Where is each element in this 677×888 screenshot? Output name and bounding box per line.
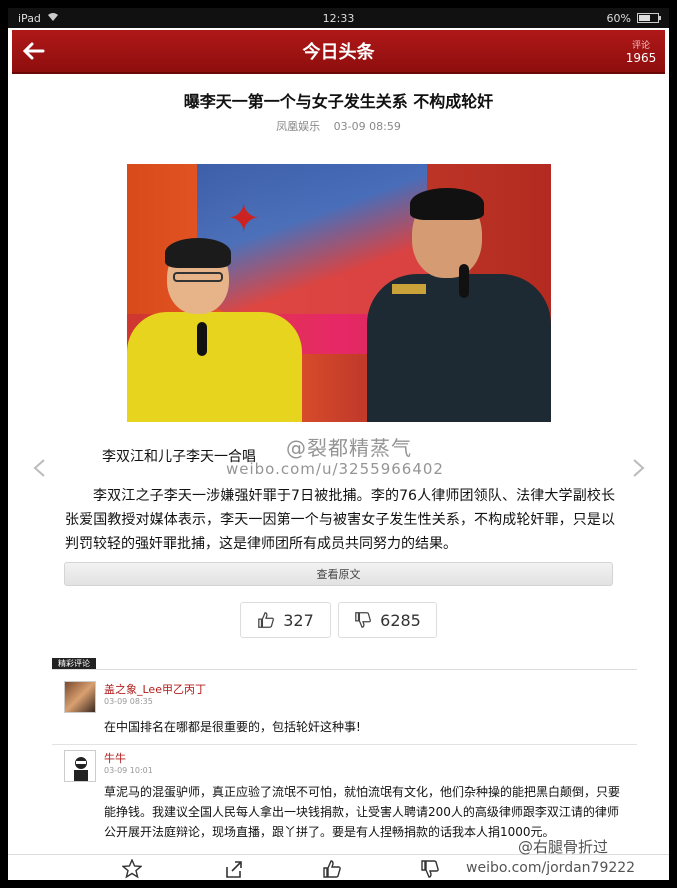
comments-label: 评论 — [631, 40, 650, 51]
like-button[interactable]: 327 — [240, 602, 331, 638]
article-photo[interactable]: ✦ — [127, 164, 551, 422]
photo-boy-figure — [127, 238, 317, 422]
thumbs-down-icon — [355, 612, 372, 628]
article-body: 李双江之子李天一涉嫌强奸罪于7日被批捕。李的76人律师团领队、法律大学副校长张爱… — [65, 488, 615, 552]
avatar[interactable] — [64, 681, 96, 713]
favorite-button[interactable] — [121, 858, 143, 879]
weibo-watermark-url-bottom: weibo.com/jordan79222 — [466, 860, 636, 876]
top-navigation-bar: 今日头条 评论 1965 — [12, 30, 665, 74]
article-time: 03-09 08:59 — [333, 120, 401, 133]
page-title: 今日头条 — [302, 42, 375, 63]
share-button[interactable] — [224, 859, 244, 879]
comment-time: 03-09 10:01 — [104, 766, 153, 775]
toolbar-dislike-button[interactable] — [420, 859, 440, 879]
status-bar: iPad 12:33 60% — [8, 8, 669, 28]
comment-text: 在中国排名在哪都是很重要的，包括轮奸这种事! — [104, 720, 361, 734]
section-divider — [52, 669, 637, 670]
article-source: 凤凰娱乐 — [276, 120, 321, 133]
wifi-icon — [47, 12, 59, 25]
article-headline: 曝李天一第一个与女子发生关系 不构成轮奸 — [183, 92, 494, 111]
status-time: 12:33 — [322, 11, 355, 25]
comment-username[interactable]: 盖之象_Lee甲乙丙丁 — [104, 681, 206, 697]
weibo-watermark-handle-bottom: @右腿骨折过 — [518, 838, 609, 856]
next-article-arrow[interactable] — [632, 458, 646, 478]
dislike-count: 6285 — [380, 610, 421, 630]
comments-count: 1965 — [625, 50, 657, 65]
previous-article-arrow[interactable] — [32, 458, 46, 478]
back-button[interactable] — [12, 29, 56, 73]
like-count: 327 — [283, 610, 314, 630]
comment-divider — [52, 744, 637, 745]
photo-man-figure — [367, 184, 551, 422]
battery-percent: 60% — [606, 11, 631, 25]
weibo-watermark-url: weibo.com/u/3255966402 — [226, 460, 444, 478]
chevron-left-icon — [33, 459, 45, 477]
thumbs-down-icon — [421, 860, 439, 878]
article-meta: 凤凰娱乐 03-09 08:59 — [8, 118, 669, 134]
toolbar-like-button[interactable] — [322, 859, 342, 879]
share-icon — [226, 861, 242, 878]
comment-time: 03-09 08:35 — [104, 697, 153, 706]
comment-username[interactable]: 牛牛 — [104, 750, 126, 766]
battery-icon — [637, 13, 661, 23]
thumbs-up-icon — [258, 612, 275, 628]
avatar[interactable] — [64, 750, 96, 782]
thumbs-up-icon — [323, 860, 341, 878]
device-name: iPad — [18, 11, 41, 25]
chevron-right-icon — [633, 459, 645, 477]
star-icon — [121, 858, 143, 879]
dislike-button[interactable]: 6285 — [338, 602, 437, 638]
comment-item: 盖之象_Lee甲乙丙丁 03-09 08:35 在中国排名在哪都是很重要的，包括… — [64, 681, 624, 737]
view-original-button[interactable]: 查看原文 — [64, 562, 613, 586]
weibo-watermark-handle: @裂都精蒸气 — [286, 436, 412, 460]
arrow-left-icon — [23, 42, 45, 60]
star-decoration: ✦ — [227, 196, 261, 242]
app-screen: iPad 12:33 60% 今日头条 评论 1965 曝李天一第一个与女子发生… — [8, 8, 669, 880]
comment-text: 草泥马的混蛋驴师，真正应验了流氓不可怕，就怕流氓有文化，他们杂种操的能把黑白颠倒… — [104, 785, 621, 839]
comments-button[interactable]: 评论 1965 — [617, 29, 665, 73]
